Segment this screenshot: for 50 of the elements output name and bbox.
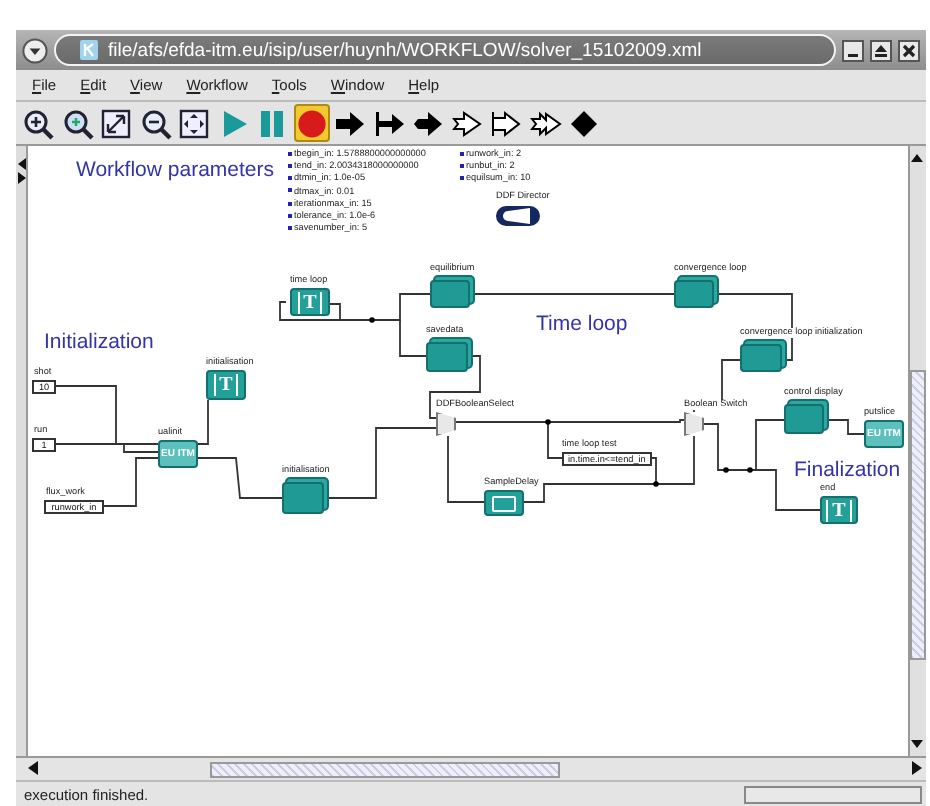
junction-dot	[369, 317, 375, 323]
junction-dot	[545, 419, 551, 425]
up-arrow-icon[interactable]	[910, 152, 925, 164]
section-heading: Time loop	[536, 314, 628, 335]
select-actor[interactable]	[436, 412, 456, 436]
diamond-icon	[568, 107, 600, 139]
junction-dot	[747, 467, 753, 473]
select-actor[interactable]	[684, 412, 704, 436]
short-arrow-icon	[412, 107, 444, 139]
director-icon[interactable]	[494, 204, 542, 228]
junction-dot	[653, 481, 659, 487]
section-heading: Finalization	[794, 460, 901, 481]
connector-line	[447, 435, 485, 503]
maximize-icon	[874, 43, 888, 57]
stop-button[interactable]	[293, 104, 329, 142]
horizontal-scrollbar[interactable]	[16, 756, 926, 780]
stop-icon	[295, 107, 327, 139]
outline-bar-arrow-icon	[490, 107, 522, 139]
window-title: file/afs/efda-itm.eu/isip/user/huynh/WORKFLOW/solver_15102009.xml	[108, 39, 702, 61]
section-heading: Workflow parameters	[76, 160, 275, 181]
zoom-in-icon	[22, 107, 54, 139]
close-button[interactable]	[898, 39, 920, 61]
connector-line	[197, 399, 209, 445]
left-arrow-icon[interactable]	[26, 760, 42, 776]
outline-arrow-icon	[451, 107, 483, 139]
connector-line	[103, 457, 159, 507]
window-menu-icon[interactable]	[22, 37, 48, 63]
delay-actor[interactable]	[484, 490, 524, 516]
maximize-button[interactable]	[870, 39, 892, 61]
zoom-out-icon	[139, 107, 171, 139]
minimize-button[interactable]	[842, 39, 864, 61]
arrow-icon	[334, 107, 366, 139]
section-heading: Initialization	[44, 332, 154, 353]
zoom-reset-icon	[61, 107, 93, 139]
full-icon	[178, 107, 210, 139]
full-button[interactable]	[176, 104, 212, 142]
bar-arrow-icon	[373, 107, 405, 139]
vertical-scrollbar[interactable]	[908, 146, 926, 756]
right-arrow-icon[interactable]	[908, 760, 924, 776]
scroll-thumb[interactable]	[210, 762, 560, 778]
connector-line	[197, 457, 283, 499]
outline-double-arrow-icon	[529, 107, 561, 139]
junction-dot	[723, 467, 729, 473]
fit-icon	[100, 107, 132, 139]
scroll-thumb[interactable]	[910, 370, 926, 660]
down-arrow-icon[interactable]	[910, 738, 925, 750]
fit-button[interactable]	[98, 104, 134, 142]
pause-icon	[256, 107, 288, 139]
app-icon	[80, 40, 98, 60]
close-icon	[902, 43, 916, 57]
